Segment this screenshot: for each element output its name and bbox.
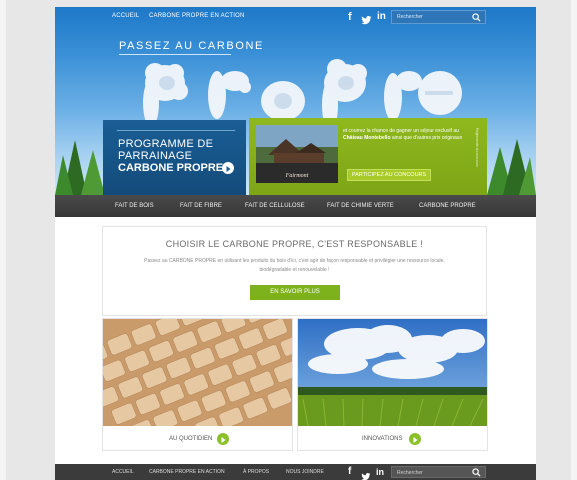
- program-title-line1: PROGRAMME DE: [118, 138, 214, 150]
- arrow-right-icon[interactable]: [222, 162, 234, 174]
- twitter-icon[interactable]: [361, 468, 371, 480]
- search-placeholder: Rechercher: [397, 469, 423, 476]
- linkedin-icon[interactable]: in: [377, 10, 386, 24]
- left-margin: [0, 0, 6, 480]
- search-input[interactable]: Rechercher: [391, 10, 486, 24]
- footer-search-input[interactable]: Rechercher: [391, 466, 486, 478]
- arrow-right-icon[interactable]: [409, 433, 421, 445]
- program-title-line2: PARRAINAGE: [118, 150, 193, 162]
- main-nav-fait-de-bois[interactable]: FAIT DE BOIS: [115, 203, 154, 209]
- footer-link-accueil[interactable]: ACCUEIL: [112, 469, 134, 475]
- contest-desc-highlight: Château Montebello: [343, 135, 391, 141]
- main-nav: FAIT DE BOIS FAIT DE FIBRE FAIT DE CELLU…: [55, 195, 536, 217]
- facebook-icon[interactable]: f: [348, 10, 352, 24]
- contest-desc-text-2: ainsi que d'autres prix originaux: [391, 135, 463, 141]
- twitter-icon[interactable]: [361, 12, 372, 30]
- trees-left: [55, 140, 105, 195]
- participate-contest-button[interactable]: PARTICIPEZ AU CONCOURS: [347, 169, 431, 181]
- main-nav-carbone-propre[interactable]: CARBONE PROPRE: [419, 203, 476, 209]
- program-divider: [117, 130, 235, 131]
- facebook-icon[interactable]: f: [348, 465, 351, 479]
- program-title-line3: CARBONE PROPRE: [118, 162, 224, 174]
- chateau-photo: Fairmont: [256, 125, 338, 183]
- nav-link-accueil[interactable]: ACCUEIL: [112, 13, 139, 19]
- main-nav-fait-de-fibre[interactable]: FAIT DE FIBRE: [180, 203, 222, 209]
- section-paragraph: Passez au CARBONE PROPRE en utilisant le…: [144, 258, 445, 273]
- learn-more-button[interactable]: EN SAVOIR PLUS: [250, 285, 340, 300]
- fairmont-logo: Fairmont: [285, 173, 309, 179]
- search-placeholder: Rechercher: [397, 14, 423, 20]
- sponsorship-program-panel[interactable]: PROGRAMME DE PARRAINAGE CARBONE PROPRE: [103, 120, 246, 195]
- footer-link-a-propos[interactable]: À PROPOS: [243, 469, 269, 475]
- linkedin-icon[interactable]: in: [376, 465, 384, 479]
- trees-right: [487, 139, 536, 195]
- contest-desc-text: et courrez la chance de gagner un séjour…: [343, 128, 459, 134]
- right-margin: [571, 0, 577, 480]
- corn-field-image: [298, 319, 487, 426]
- main-nav-fait-de-cellulose[interactable]: FAIT DE CELLULOSE: [245, 203, 305, 209]
- search-icon[interactable]: [472, 468, 481, 477]
- web-page: ACCUEIL CARBONE PROPRE EN ACTION f in Re…: [55, 7, 536, 480]
- footer-link-carbone-propre-en-action[interactable]: CARBONE PROPRE EN ACTION: [149, 469, 225, 475]
- card-label-innovations[interactable]: INNOVATIONS: [362, 436, 402, 442]
- card-innovations[interactable]: INNOVATIONS: [297, 318, 488, 451]
- nav-link-carbone-propre-en-action[interactable]: CARBONE PROPRE EN ACTION: [149, 13, 244, 19]
- card-label-au-quotidien[interactable]: AU QUOTIDIEN: [169, 436, 212, 442]
- contest-panel: Fairmont et courrez la chance de gagner …: [249, 118, 487, 195]
- search-icon[interactable]: [472, 13, 481, 22]
- section-heading: CHOISIR LE CARBONE PROPRE, C'EST RESPONS…: [165, 239, 424, 249]
- contest-rules-link[interactable]: Règlements du concours: [475, 128, 479, 167]
- top-nav: ACCUEIL CARBONE PROPRE EN ACTION f in Re…: [55, 7, 536, 29]
- card-au-quotidien[interactable]: AU QUOTIDIEN: [102, 318, 293, 451]
- arrow-right-icon[interactable]: [217, 433, 229, 445]
- footer-link-nous-joindre[interactable]: NOUS JOINDRE: [286, 469, 324, 475]
- footer-bar: ACCUEIL CARBONE PROPRE EN ACTION À PROPO…: [55, 464, 536, 480]
- responsible-choice-section: CHOISIR LE CARBONE PROPRE, C'EST RESPONS…: [102, 226, 487, 316]
- wooden-keyboard-image: [103, 319, 292, 426]
- main-nav-fait-de-chimie-verte[interactable]: FAIT DE CHIMIE VERTE: [327, 203, 394, 209]
- hero-banner: ACCUEIL CARBONE PROPRE EN ACTION f in Re…: [55, 7, 536, 195]
- contest-description: et courrez la chance de gagner un séjour…: [343, 128, 467, 142]
